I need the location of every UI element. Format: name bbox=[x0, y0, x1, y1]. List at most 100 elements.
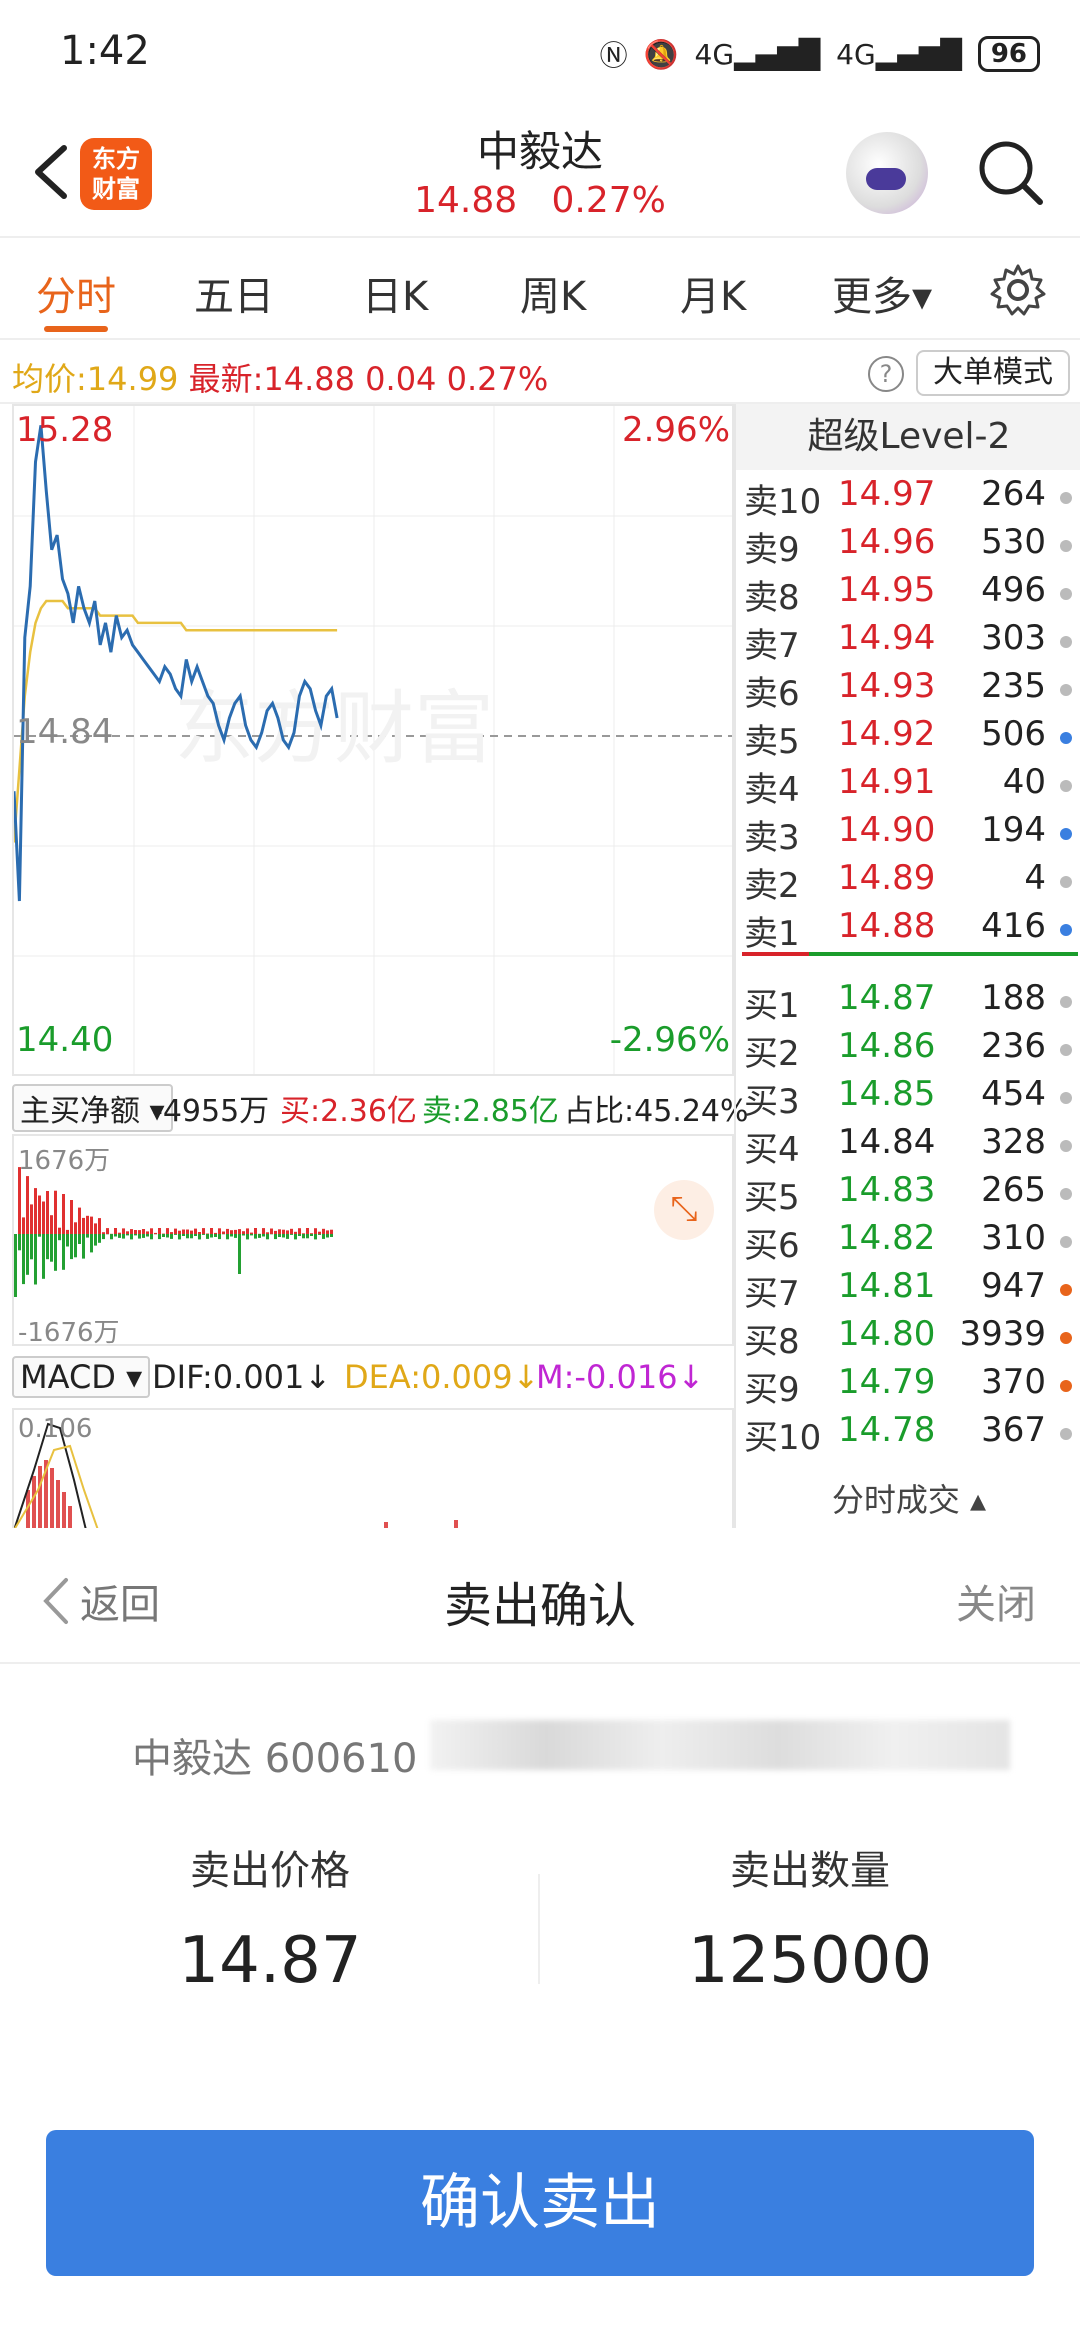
big-order-mode-button[interactable]: 大单模式 bbox=[916, 350, 1070, 396]
bid-price: 14.85 bbox=[838, 1074, 936, 1114]
ask-row[interactable]: 卖4 14.91 40 bbox=[736, 762, 1080, 810]
ask-row[interactable]: 卖8 14.95 496 bbox=[736, 570, 1080, 618]
ask-row[interactable]: 卖3 14.90 194 bbox=[736, 810, 1080, 858]
bid-price: 14.83 bbox=[838, 1170, 936, 1210]
ask-order-dot bbox=[1060, 876, 1072, 888]
net-buy-amount: -4955万 bbox=[152, 1094, 270, 1129]
tab-weekly-k[interactable]: 周K bbox=[520, 264, 586, 322]
help-icon[interactable]: ? bbox=[868, 356, 904, 392]
sheet-title: 卖出确认 bbox=[443, 1578, 636, 1634]
macd-dif: DIF:0.001↓ bbox=[152, 1358, 332, 1396]
expand-icon[interactable]: ⤡ bbox=[654, 1180, 714, 1240]
ask-row[interactable]: 卖6 14.93 235 bbox=[736, 666, 1080, 714]
bid-order-dot bbox=[1060, 1092, 1072, 1104]
ask-order-dot bbox=[1060, 540, 1072, 552]
ask-order-dot bbox=[1060, 684, 1072, 696]
bid-price: 14.84 bbox=[838, 1122, 936, 1162]
bid-order-dot bbox=[1060, 1140, 1072, 1152]
ask-level-label: 卖8 bbox=[744, 578, 800, 618]
tab-more[interactable]: 更多▾ bbox=[832, 264, 932, 322]
bid-volume: 3939 bbox=[959, 1314, 1046, 1354]
battery-icon: 96 bbox=[977, 36, 1040, 72]
tab-monthly-k[interactable]: 月K bbox=[680, 264, 746, 322]
ask-row[interactable]: 卖10 14.97 264 bbox=[736, 474, 1080, 522]
macd-chart: 0.106 bbox=[12, 1408, 734, 1530]
flow-max-label: 1676万 bbox=[18, 1146, 111, 1176]
ask-order-dot bbox=[1060, 492, 1072, 504]
ask-row[interactable]: 卖5 14.92 506 bbox=[736, 714, 1080, 762]
confirm-sell-button[interactable]: 确认卖出 bbox=[46, 2130, 1034, 2276]
level2-title[interactable]: 超级Level-2 bbox=[736, 404, 1080, 470]
bid-order-dot bbox=[1060, 1332, 1072, 1344]
clock: 1:42 bbox=[60, 28, 150, 74]
ask-price: 14.93 bbox=[838, 666, 936, 706]
period-tabs: 分时 五日 日K 周K 月K 更多▾ bbox=[0, 240, 1080, 340]
nfc-icon: Ⓝ bbox=[599, 39, 628, 72]
ask-order-dot bbox=[1060, 636, 1072, 648]
bid-level-label: 买10 bbox=[744, 1418, 822, 1458]
ask-order-dot bbox=[1060, 828, 1072, 840]
bid-order-dot bbox=[1060, 1428, 1072, 1440]
bid-row[interactable]: 买9 14.79 370 bbox=[736, 1362, 1080, 1410]
bid-volume: 947 bbox=[981, 1266, 1046, 1306]
bid-row[interactable]: 买2 14.86 236 bbox=[736, 1026, 1080, 1074]
search-icon[interactable] bbox=[974, 136, 1046, 208]
bid-row[interactable]: 买7 14.81 947 bbox=[736, 1266, 1080, 1314]
chart-min-price: 14.40 bbox=[16, 1020, 114, 1060]
bid-row[interactable]: 买1 14.87 188 bbox=[736, 978, 1080, 1026]
sell-amount: 卖:2.85亿 bbox=[422, 1094, 559, 1129]
bid-row[interactable]: 买6 14.82 310 bbox=[736, 1218, 1080, 1266]
ask-row[interactable]: 卖1 14.88 416 bbox=[736, 906, 1080, 954]
tab-5day[interactable]: 五日 bbox=[194, 264, 274, 322]
avg-price: 14.99 bbox=[86, 360, 179, 398]
bid-row[interactable]: 买4 14.84 328 bbox=[736, 1122, 1080, 1170]
sell-price-value: 14.87 bbox=[178, 1924, 362, 1998]
bid-row[interactable]: 买5 14.83 265 bbox=[736, 1170, 1080, 1218]
ask-level-label: 卖2 bbox=[744, 866, 800, 906]
ask-level-label: 卖3 bbox=[744, 818, 800, 858]
robot-assistant-icon[interactable] bbox=[846, 132, 928, 214]
bid-row[interactable]: 买10 14.78 367 bbox=[736, 1410, 1080, 1458]
price-info-bar: 均价:14.99 最新:14.88 0.04 0.27% ? 大单模式 bbox=[0, 342, 1080, 404]
gear-icon[interactable] bbox=[990, 262, 1046, 318]
ask-row[interactable]: 卖7 14.94 303 bbox=[736, 618, 1080, 666]
tab-daily-k[interactable]: 日K bbox=[362, 264, 428, 322]
sheet-close-button[interactable]: 关闭 bbox=[956, 1572, 1036, 1630]
tick-trades-toggle[interactable]: 分时成交 ▴ bbox=[736, 1472, 1080, 1528]
bid-price: 14.78 bbox=[838, 1410, 936, 1450]
last-pct: 0.27% bbox=[446, 360, 549, 398]
chart-max-pct: 2.96% bbox=[621, 410, 730, 450]
sell-qty-label: 卖出数量 bbox=[730, 1848, 890, 1894]
bid-row[interactable]: 买3 14.85 454 bbox=[736, 1074, 1080, 1122]
ask-volume: 506 bbox=[981, 714, 1046, 754]
macd-dropdown[interactable]: MACD ▾ bbox=[12, 1356, 151, 1398]
ask-price: 14.97 bbox=[838, 474, 936, 514]
net-flow-bars bbox=[14, 1167, 333, 1297]
bid-price: 14.82 bbox=[838, 1218, 936, 1258]
ask-level-label: 卖4 bbox=[744, 770, 800, 810]
bid-order-dot bbox=[1060, 1236, 1072, 1248]
ask-volume: 194 bbox=[981, 810, 1046, 850]
ask-level-label: 卖5 bbox=[744, 722, 800, 762]
ask-price: 14.91 bbox=[838, 762, 936, 802]
timeshare-chart[interactable]: 东方财富 15.28 2.96% 14.84 14.40 -2.96% bbox=[12, 404, 734, 1076]
chart-base-price: 14.84 bbox=[16, 712, 114, 752]
bid-order-dot bbox=[1060, 1044, 1072, 1056]
macd-dea: DEA:0.009↓ bbox=[344, 1358, 540, 1396]
bid-level-label: 买4 bbox=[744, 1130, 800, 1170]
last-price: 14.88 bbox=[263, 360, 355, 398]
order-book[interactable]: 超级Level-2 卖10 14.97 264 卖9 14.96 530 卖8 14.95 49… bbox=[734, 404, 1080, 1528]
avg-label: 均价: bbox=[12, 360, 87, 398]
ask-level-label: 卖9 bbox=[744, 530, 800, 570]
flow-indicator-dropdown[interactable]: 主买净额 ▾ bbox=[12, 1084, 173, 1132]
tab-timeshare[interactable]: 分时 bbox=[36, 264, 116, 322]
bid-order-dot bbox=[1060, 996, 1072, 1008]
ask-row[interactable]: 卖9 14.96 530 bbox=[736, 522, 1080, 570]
ask-price: 14.90 bbox=[838, 810, 936, 850]
bid-row[interactable]: 买8 14.80 3939 bbox=[736, 1314, 1080, 1362]
bid-order-dot bbox=[1060, 1188, 1072, 1200]
bid-volume: 454 bbox=[981, 1074, 1046, 1114]
ask-row[interactable]: 卖2 14.89 4 bbox=[736, 858, 1080, 906]
ask-volume: 264 bbox=[981, 474, 1046, 514]
active-tab-indicator bbox=[44, 326, 108, 332]
